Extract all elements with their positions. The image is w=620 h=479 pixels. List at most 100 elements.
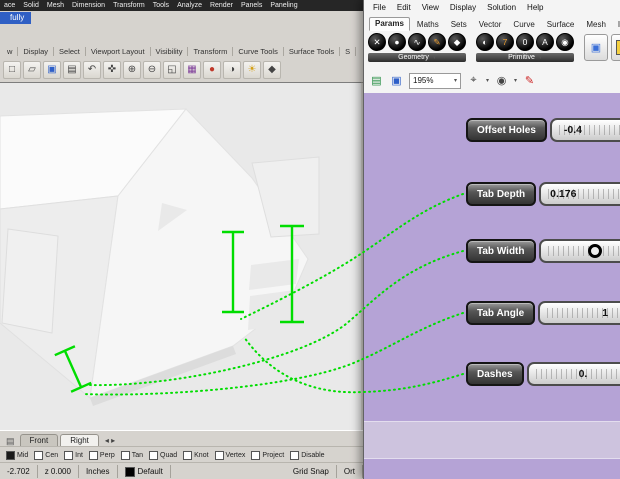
toolbar-tab-curve-tools[interactable]: Curve Tools bbox=[233, 47, 283, 56]
toolbar-tab-viewport-layout[interactable]: Viewport Layout bbox=[86, 47, 151, 56]
slider-label[interactable]: Dashes bbox=[466, 362, 524, 386]
layer-color-swatch[interactable] bbox=[125, 467, 135, 477]
lock-icon[interactable]: ◆ bbox=[263, 61, 281, 79]
toolbar-tab-select[interactable]: Select bbox=[54, 47, 86, 56]
gh-menu-solution[interactable]: Solution bbox=[487, 3, 516, 12]
status-ortho-toggle[interactable]: Ort bbox=[337, 465, 363, 478]
toolbar-tab-w[interactable]: w bbox=[2, 47, 18, 56]
osnap-perp[interactable]: Perp bbox=[89, 451, 115, 460]
car-icon[interactable]: ● bbox=[203, 61, 221, 79]
zoom-target-icon[interactable]: ⌖ bbox=[466, 73, 481, 88]
save-definition-icon[interactable]: ▣ bbox=[389, 73, 404, 88]
osnap-project[interactable]: Project bbox=[251, 451, 284, 460]
osnap-cen[interactable]: Cen bbox=[34, 451, 58, 460]
gh-tab-intersect[interactable]: I bbox=[613, 19, 620, 31]
primitive-text-icon[interactable]: A bbox=[536, 33, 554, 51]
slider-label[interactable]: Tab Depth bbox=[466, 182, 536, 206]
slider-dashes[interactable]: Dashes 0. bbox=[466, 362, 620, 386]
primitive-colour-icon[interactable]: ◉ bbox=[556, 33, 574, 51]
menu-item-solid[interactable]: Solid bbox=[23, 2, 39, 9]
toolbar-tab-transform[interactable]: Transform bbox=[188, 47, 233, 56]
grasshopper-canvas[interactable]: Offset Holes -0.4 Tab Depth 0.176 Tab Wi… bbox=[364, 93, 620, 479]
menu-item-transform[interactable]: Transform bbox=[113, 2, 145, 9]
geometry-point-icon[interactable]: ✕ bbox=[368, 33, 386, 51]
osnap-mid[interactable]: Mid bbox=[6, 451, 28, 460]
toolbar-tab-visibility[interactable]: Visibility bbox=[151, 47, 189, 56]
osnap-vertex[interactable]: Vertex bbox=[215, 451, 246, 460]
osnap-int[interactable]: Int bbox=[64, 451, 83, 460]
checkbox-int[interactable] bbox=[64, 451, 73, 460]
checkbox-tan[interactable] bbox=[121, 451, 130, 460]
menu-item-surface[interactable]: ace bbox=[4, 2, 15, 9]
gh-menu-view[interactable]: View bbox=[422, 3, 439, 12]
print-icon[interactable]: ▤ bbox=[63, 61, 81, 79]
checkbox-vertex[interactable] bbox=[215, 451, 224, 460]
command-history-area[interactable]: fully bbox=[0, 11, 363, 45]
geometry-pencil-icon[interactable]: ✎ bbox=[428, 33, 446, 51]
geometry-surface-icon[interactable]: ◆ bbox=[448, 33, 466, 51]
gh-menu-display[interactable]: Display bbox=[450, 3, 476, 12]
slider-grip[interactable] bbox=[588, 244, 602, 258]
slider-label[interactable]: Tab Angle bbox=[466, 301, 535, 325]
checkbox-perp[interactable] bbox=[89, 451, 98, 460]
status-units[interactable]: Inches bbox=[79, 465, 118, 478]
rhino-viewport[interactable] bbox=[0, 82, 361, 431]
checkbox-quad[interactable] bbox=[149, 451, 158, 460]
menu-item-paneling[interactable]: Paneling bbox=[270, 2, 297, 9]
new-file-icon[interactable]: □ bbox=[3, 61, 21, 79]
slider-tab-depth[interactable]: Tab Depth 0.176 bbox=[466, 182, 620, 206]
slider-track[interactable]: 0. bbox=[527, 362, 620, 386]
slider-track[interactable]: 1 bbox=[538, 301, 620, 325]
gh-menu-edit[interactable]: Edit bbox=[397, 3, 411, 12]
primitive-boolean-icon[interactable]: ◐ bbox=[476, 33, 494, 51]
slider-track[interactable]: -0.4 bbox=[550, 118, 620, 142]
slider-tab-angle[interactable]: Tab Angle 1 bbox=[466, 301, 620, 325]
lamp-icon[interactable]: ☀ bbox=[243, 61, 261, 79]
toolbar-tab-s[interactable]: S bbox=[340, 47, 356, 56]
slider-label[interactable]: Tab Width bbox=[466, 239, 536, 263]
gh-tab-curve[interactable]: Curve bbox=[508, 19, 539, 31]
status-layer[interactable]: Default bbox=[118, 465, 171, 478]
slider-offset-holes[interactable]: Offset Holes -0.4 bbox=[466, 118, 620, 142]
menu-item-dimension[interactable]: Dimension bbox=[72, 2, 105, 9]
hazard-panel-button[interactable]: ▨ bbox=[611, 34, 620, 61]
toolbar-tab-display[interactable]: Display bbox=[18, 47, 54, 56]
undo-icon[interactable]: ↶ bbox=[83, 61, 101, 79]
zoom-level-combo[interactable]: 195% ▾ bbox=[409, 73, 461, 89]
pan-hand-icon[interactable]: ✜ bbox=[103, 61, 121, 79]
primitive-number-icon[interactable]: 0 bbox=[516, 33, 534, 51]
zoom-in-icon[interactable]: ⊕ bbox=[123, 61, 141, 79]
primitive-integer-icon[interactable]: 7 bbox=[496, 33, 514, 51]
zoom-out-icon[interactable]: ⊖ bbox=[143, 61, 161, 79]
open-file-icon[interactable]: ▱ bbox=[23, 61, 41, 79]
sketch-pen-icon[interactable]: ✎ bbox=[522, 73, 537, 88]
save-icon[interactable]: ▣ bbox=[43, 61, 61, 79]
geometry-group-label[interactable]: Geometry ▾ bbox=[368, 53, 466, 62]
status-grid-snap-toggle[interactable]: Grid Snap bbox=[286, 465, 337, 478]
checkbox-mid[interactable] bbox=[6, 451, 15, 460]
slider-track[interactable] bbox=[539, 239, 620, 263]
gh-tab-surface[interactable]: Surface bbox=[542, 19, 580, 31]
toolbar-tab-surface-tools[interactable]: Surface Tools bbox=[284, 47, 340, 56]
new-definition-icon[interactable]: ▤ bbox=[369, 73, 384, 88]
preview-eye-icon[interactable]: ◉ bbox=[494, 73, 509, 88]
checkbox-cen[interactable] bbox=[34, 451, 43, 460]
menu-item-analyze[interactable]: Analyze bbox=[177, 2, 202, 9]
primitive-group-label[interactable]: Primitive ▾ bbox=[476, 53, 574, 62]
gh-tab-params[interactable]: Params bbox=[369, 17, 410, 31]
gh-tab-maths[interactable]: Maths bbox=[412, 19, 444, 31]
slider-label[interactable]: Offset Holes bbox=[466, 118, 547, 142]
gh-tab-sets[interactable]: Sets bbox=[446, 19, 472, 31]
geometry-circle-icon[interactable]: ● bbox=[388, 33, 406, 51]
menu-item-render[interactable]: Render bbox=[210, 2, 233, 9]
menu-item-panels[interactable]: Panels bbox=[241, 2, 262, 9]
checkbox-project[interactable] bbox=[251, 451, 260, 460]
shade-icon[interactable]: ◑ bbox=[223, 61, 241, 79]
osnap-disable[interactable]: Disable bbox=[290, 451, 324, 460]
image-panel-button[interactable]: ▣ bbox=[584, 34, 608, 61]
geometry-curve-icon[interactable]: ∿ bbox=[408, 33, 426, 51]
checkbox-disable[interactable] bbox=[290, 451, 299, 460]
menu-item-mesh[interactable]: Mesh bbox=[47, 2, 64, 9]
osnap-tan[interactable]: Tan bbox=[121, 451, 143, 460]
layers-icon[interactable]: ▦ bbox=[183, 61, 201, 79]
